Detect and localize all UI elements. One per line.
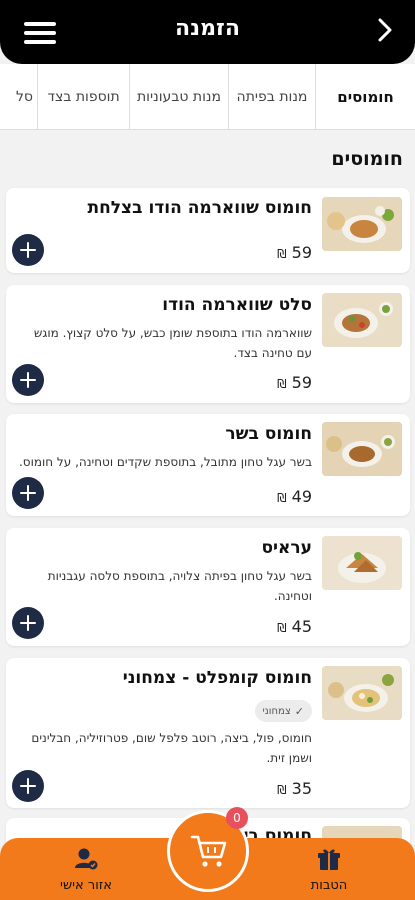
item-description: בשר עגל טחון בפיתה צלויה, בתוספת סלסה עג… bbox=[47, 569, 312, 603]
tab-side-dishes[interactable]: תוספות בצד bbox=[37, 64, 129, 129]
item-description: שווארמה הודו בתוספת שומן כבש, על סלט קצו… bbox=[33, 326, 312, 360]
add-to-cart-button[interactable] bbox=[12, 364, 44, 396]
add-to-cart-button[interactable] bbox=[12, 770, 44, 802]
food-image bbox=[322, 197, 402, 251]
food-image bbox=[322, 422, 402, 476]
food-image bbox=[322, 293, 402, 347]
item-name: עראיס bbox=[261, 538, 313, 558]
nav-personal-area[interactable]: אזור אישי bbox=[26, 838, 146, 900]
item-name: חומוס קומפלט - צמחוני bbox=[122, 668, 312, 688]
menu-item-card[interactable]: חומוס שווארמה הודו בצלחת 59 ₪ bbox=[6, 188, 410, 273]
nav-benefits[interactable]: הטבות bbox=[269, 838, 389, 900]
item-price: 59 ₪ bbox=[277, 243, 312, 262]
item-description: בשר עגל טחון מתובל, בתוספת שקדים וטחינה,… bbox=[18, 455, 312, 469]
menu-item-card[interactable]: חומוס בשר בשר עגל טחון מתובל, בתוספת שקד… bbox=[6, 414, 410, 516]
item-price: 59 ₪ bbox=[277, 373, 312, 392]
tab-salads[interactable]: סל bbox=[0, 64, 37, 129]
item-name: חומוס בשר bbox=[225, 424, 312, 444]
add-to-cart-button[interactable] bbox=[12, 607, 44, 639]
menu-item-card[interactable]: חומוס קומפלט - צמחוני ✓ צמחוני חומוס, פו… bbox=[6, 658, 410, 808]
item-price: 35 ₪ bbox=[277, 779, 312, 798]
item-name: חומוס שווארמה הודו בצלחת bbox=[87, 198, 312, 218]
user-icon bbox=[75, 848, 98, 870]
section-title: חומוסים bbox=[331, 148, 403, 170]
chevron-right-icon[interactable] bbox=[373, 16, 397, 44]
tab-vegan-dishes[interactable]: מנות טבעוניות bbox=[129, 64, 228, 129]
item-price: 45 ₪ bbox=[277, 617, 312, 636]
food-image bbox=[322, 536, 402, 590]
tab-hummus[interactable]: חומוסים bbox=[315, 64, 415, 129]
item-name: סלט שווארמה הודו bbox=[162, 295, 312, 315]
leaf-icon: ✓ bbox=[294, 704, 304, 718]
gift-icon bbox=[318, 849, 340, 870]
food-image bbox=[322, 666, 402, 720]
cart-icon bbox=[190, 835, 227, 867]
add-to-cart-button[interactable] bbox=[12, 477, 44, 509]
menu-item-card[interactable]: עראיס בשר עגל טחון בפיתה צלויה, בתוספת ס… bbox=[6, 528, 410, 646]
menu-item-card[interactable]: סלט שווארמה הודו שווארמה הודו בתוספת שומ… bbox=[6, 285, 410, 403]
tab-pita-dishes[interactable]: מנות בפיתה bbox=[228, 64, 315, 129]
add-to-cart-button[interactable] bbox=[12, 234, 44, 266]
cart-count-badge: 0 bbox=[226, 807, 248, 829]
item-description: חומוס, פול, ביצה, רוטב פלפל שום, פטרוזיל… bbox=[31, 731, 312, 765]
app-header: הזמנה bbox=[0, 0, 415, 64]
item-price: 49 ₪ bbox=[277, 487, 312, 506]
category-tabs: חומוסים מנות בפיתה מנות טבעוניות תוספות … bbox=[0, 64, 415, 130]
page-title: הזמנה bbox=[175, 16, 240, 41]
vegetarian-badge: ✓ צמחוני bbox=[254, 700, 312, 722]
